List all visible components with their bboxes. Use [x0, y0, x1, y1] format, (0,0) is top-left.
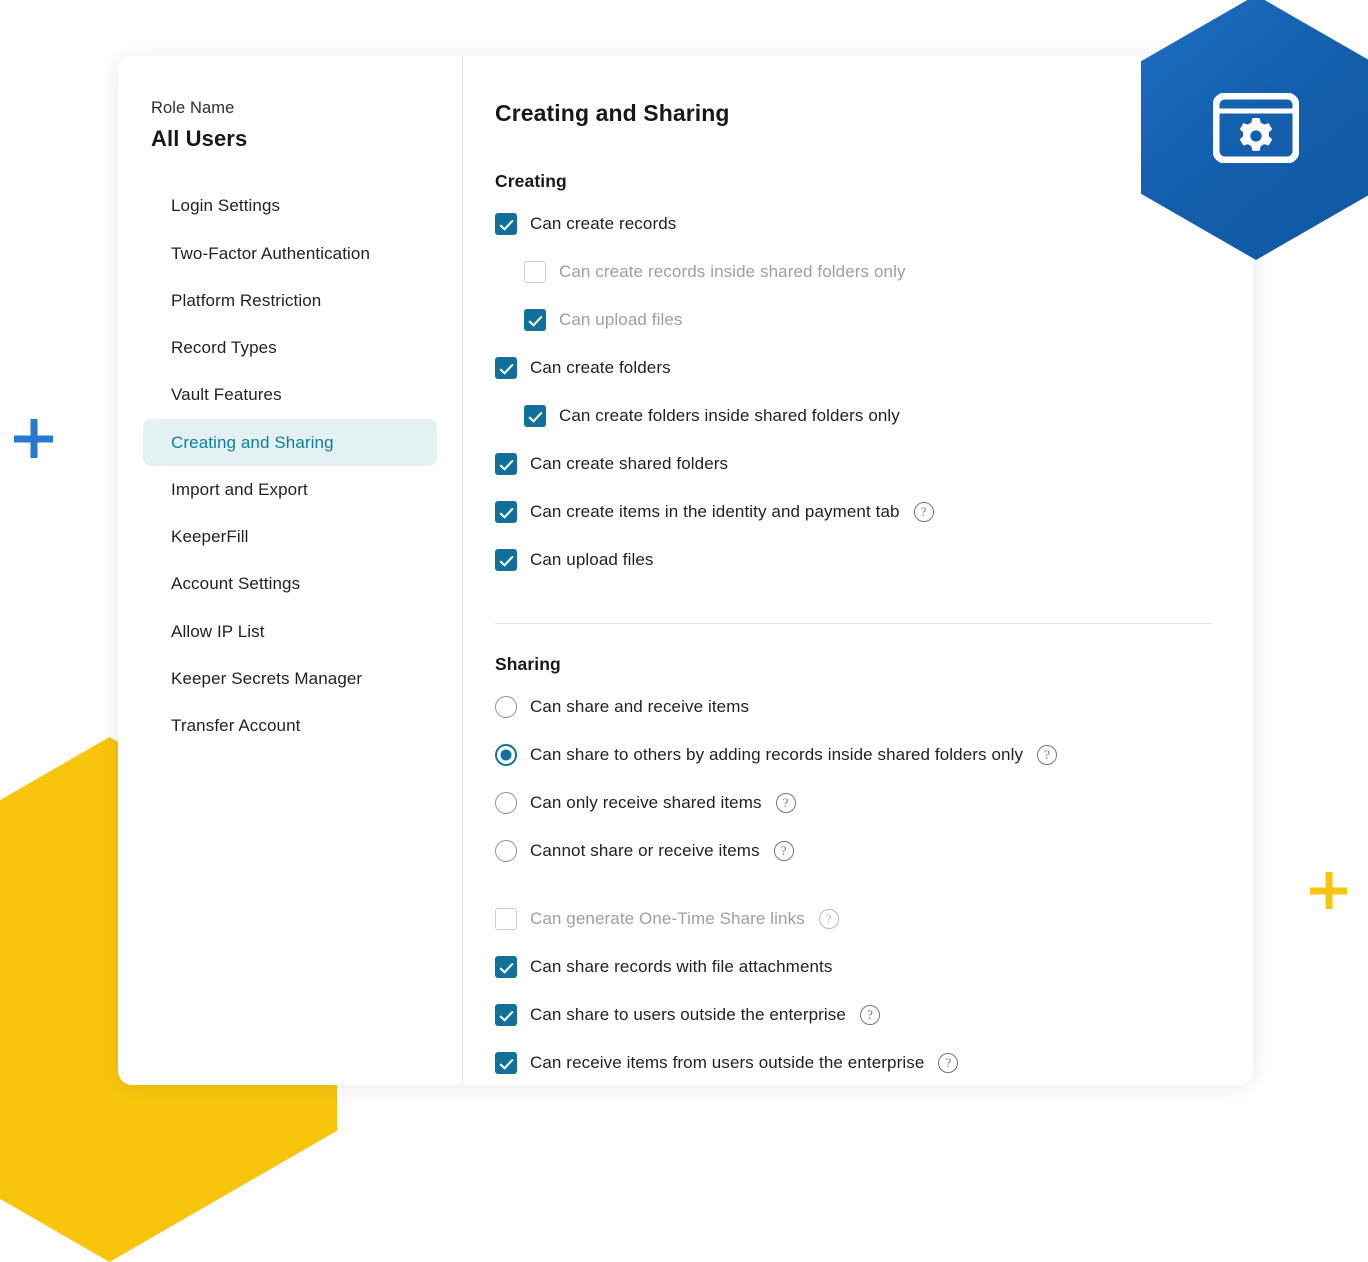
checkbox-option[interactable]: Can share to users outside the enterpris…: [495, 991, 1253, 1039]
radio-option[interactable]: Can share and receive items: [495, 683, 1253, 731]
sidebar: Role Name All Users Login Settings Two-Fa…: [118, 56, 463, 1085]
creating-option-list: Can create records Can create records ins…: [495, 200, 1253, 584]
sidebar-item-platform-restriction[interactable]: Platform Restriction: [143, 277, 437, 324]
option-label: Can create folders: [530, 357, 671, 377]
checkbox[interactable]: [524, 261, 546, 283]
checkbox-option[interactable]: Can create folders: [495, 344, 1253, 392]
checkbox-option[interactable]: Can receive items from users outside the…: [495, 1039, 1253, 1085]
checkbox-option[interactable]: Can create shared folders: [495, 440, 1253, 488]
option-label: Can share records with file attachments: [530, 956, 833, 976]
checkbox[interactable]: [495, 549, 517, 571]
sharing-checkbox-list: Can generate One-Time Share links? Can sh…: [495, 895, 1253, 1085]
option-label: Can create records: [530, 213, 677, 233]
help-icon[interactable]: ?: [775, 793, 796, 813]
option-label: Can create records inside shared folders…: [559, 261, 906, 281]
checkbox-option[interactable]: Can generate One-Time Share links?: [495, 895, 1253, 943]
sharing-radio-list: Can share and receive items Can share to …: [495, 683, 1253, 875]
main-content: Creating and Sharing Creating Can create…: [463, 56, 1253, 1085]
radio-option[interactable]: Can only receive shared items?: [495, 779, 1253, 827]
option-label: Can share to others by adding records in…: [530, 744, 1024, 764]
option-label: Can generate One-Time Share links: [530, 908, 805, 928]
decorative-blue-plus: [14, 419, 53, 458]
help-icon[interactable]: ?: [1037, 745, 1058, 765]
radio-button[interactable]: [495, 792, 517, 814]
sidebar-item-keeper-secrets-manager[interactable]: Keeper Secrets Manager: [143, 655, 437, 702]
radio-button[interactable]: [495, 696, 517, 718]
checkbox-option[interactable]: Can create items in the identity and pay…: [495, 488, 1253, 536]
option-label: Can create items in the identity and pay…: [530, 501, 900, 521]
sidebar-item-import-and-export[interactable]: Import and Export: [143, 466, 437, 513]
radio-button[interactable]: [495, 744, 517, 766]
option-label: Can share and receive items: [530, 696, 750, 716]
help-icon[interactable]: ?: [913, 502, 934, 522]
sidebar-item-account-settings[interactable]: Account Settings: [143, 560, 437, 607]
option-label: Can upload files: [559, 309, 683, 329]
checkbox[interactable]: [495, 1052, 517, 1074]
option-label: Can only receive shared items: [530, 792, 762, 812]
sidebar-item-transfer-account[interactable]: Transfer Account: [143, 702, 437, 749]
sidebar-item-allow-ip-list[interactable]: Allow IP List: [143, 608, 437, 655]
browser-window-gear-icon: [1213, 92, 1299, 163]
role-name-label: Role Name: [151, 99, 235, 117]
help-icon[interactable]: ?: [773, 841, 794, 861]
checkbox[interactable]: [495, 1004, 517, 1026]
checkbox[interactable]: [524, 405, 546, 427]
page-title: Creating and Sharing: [495, 100, 730, 126]
checkbox[interactable]: [495, 956, 517, 978]
checkbox-option[interactable]: Can share records with file attachments: [495, 943, 1253, 991]
sidebar-item-vault-features[interactable]: Vault Features: [143, 371, 437, 418]
role-enforcement-card: Role Name All Users Login Settings Two-Fa…: [118, 56, 1253, 1085]
checkbox[interactable]: [524, 309, 546, 331]
sidebar-item-two-factor-authentication[interactable]: Two-Factor Authentication: [143, 230, 437, 277]
role-name-value: All Users: [151, 126, 248, 152]
checkbox-option[interactable]: Can upload files: [495, 296, 1253, 344]
radio-option[interactable]: Can share to others by adding records in…: [495, 731, 1253, 779]
sharing-section-heading: Sharing: [495, 654, 561, 674]
checkbox[interactable]: [495, 908, 517, 930]
decorative-yellow-plus: [1310, 872, 1347, 909]
help-icon[interactable]: ?: [818, 909, 839, 929]
help-icon[interactable]: ?: [938, 1053, 959, 1073]
option-label: Can share to users outside the enterpris…: [530, 1004, 846, 1024]
checkbox-option[interactable]: Can create records: [495, 200, 1253, 248]
option-label: Can receive items from users outside the…: [530, 1052, 925, 1072]
option-label: Can create folders inside shared folders…: [559, 405, 900, 425]
option-label: Cannot share or receive items: [530, 840, 760, 860]
option-label: Can upload files: [530, 549, 654, 569]
checkbox-option[interactable]: Can create folders inside shared folders…: [495, 392, 1253, 440]
radio-button[interactable]: [495, 840, 517, 862]
radio-option[interactable]: Cannot share or receive items?: [495, 827, 1253, 875]
sidebar-item-keeperfill[interactable]: KeeperFill: [143, 513, 437, 560]
help-icon[interactable]: ?: [859, 1005, 880, 1025]
sidebar-item-record-types[interactable]: Record Types: [143, 324, 437, 371]
creating-section-heading: Creating: [495, 171, 567, 191]
checkbox-option[interactable]: Can create records inside shared folders…: [495, 248, 1253, 296]
sidebar-item-creating-and-sharing[interactable]: Creating and Sharing: [143, 418, 437, 466]
checkbox[interactable]: [495, 357, 517, 379]
section-divider: [495, 623, 1211, 624]
checkbox[interactable]: [495, 501, 517, 523]
checkbox[interactable]: [495, 453, 517, 475]
option-label: Can create shared folders: [530, 453, 729, 473]
checkbox-option[interactable]: Can upload files: [495, 536, 1253, 584]
checkbox[interactable]: [495, 213, 517, 235]
sidebar-item-login-settings[interactable]: Login Settings: [143, 182, 437, 229]
sidebar-nav: Login Settings Two-Factor Authentication P…: [118, 182, 462, 749]
